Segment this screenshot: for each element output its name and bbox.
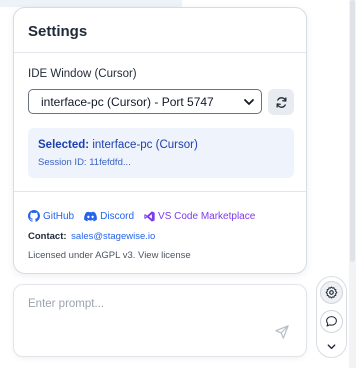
scrollbar-thumb[interactable] <box>350 0 355 262</box>
selected-value: interface-pc (Cursor) <box>92 139 198 151</box>
prompt-placeholder: Enter prompt... <box>28 298 105 310</box>
collapse-button[interactable] <box>320 335 343 358</box>
gear-icon <box>325 286 338 299</box>
vscode-marketplace-label: VS Code Marketplace <box>158 210 256 222</box>
ide-window-label: IDE Window (Cursor) <box>28 68 137 80</box>
ide-window-select-value: interface-pc (Cursor) - Port 5747 <box>41 95 214 109</box>
contact-email-link[interactable]: sales@stagewise.io <box>71 231 155 242</box>
divider <box>14 191 306 192</box>
github-label: GitHub <box>43 210 75 222</box>
discord-icon <box>84 211 98 221</box>
ide-window-select[interactable]: interface-pc (Cursor) - Port 5747 <box>28 89 262 114</box>
refresh-button[interactable] <box>268 89 294 115</box>
contact-line: Contact: sales@stagewise.io <box>28 231 155 242</box>
settings-button[interactable] <box>320 281 343 304</box>
session-id: Session ID: 11fefdfd... <box>38 157 131 168</box>
license-text[interactable]: Licensed under AGPL v3. View license <box>28 250 191 261</box>
scrollbar[interactable] <box>349 0 356 368</box>
send-button[interactable] <box>275 325 291 341</box>
vscode-icon <box>144 210 155 222</box>
chat-icon <box>326 316 337 327</box>
refresh-icon <box>275 96 287 108</box>
discord-label: Discord <box>100 210 135 222</box>
chevron-down-icon <box>244 99 254 105</box>
selected-window-info: Selected: interface-pc (Cursor) Session … <box>28 128 294 178</box>
panel-title: Settings <box>28 23 88 40</box>
github-link[interactable]: GitHub <box>28 210 74 222</box>
github-icon <box>28 210 40 222</box>
settings-panel: Settings IDE Window (Cursor) interface-p… <box>13 7 307 274</box>
links-row: GitHub Discord VS Code Marketplace <box>28 210 265 222</box>
panel-header: Settings <box>14 8 306 53</box>
contact-label: Contact: <box>28 231 67 242</box>
selected-label: Selected: <box>38 139 90 151</box>
send-icon <box>275 325 289 339</box>
prompt-input[interactable]: Enter prompt... <box>13 284 307 357</box>
chat-button[interactable] <box>320 310 343 333</box>
chevron-down-icon <box>327 344 336 350</box>
selected-line: Selected: interface-pc (Cursor) <box>38 139 198 151</box>
vscode-marketplace-link[interactable]: VS Code Marketplace <box>144 211 255 222</box>
discord-link[interactable]: Discord <box>84 211 134 222</box>
side-toolbar <box>316 276 347 358</box>
background-strip <box>0 0 182 7</box>
